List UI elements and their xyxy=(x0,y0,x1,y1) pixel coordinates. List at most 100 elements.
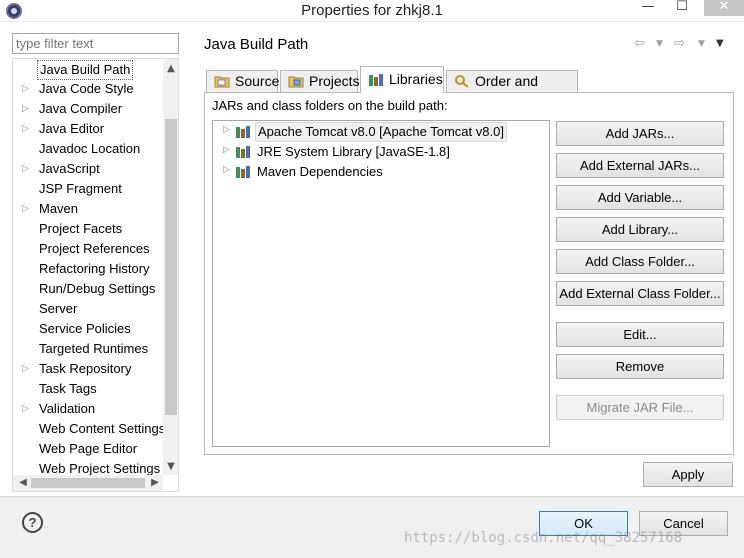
tree-item-label: Java Build Path xyxy=(37,60,134,80)
libraries-list: ▷ Apache Tomcat v8.0 [Apache Tomcat v8.0… xyxy=(212,120,550,447)
tree-item-refactoring-history[interactable]: Refactoring History xyxy=(13,259,163,279)
tree-vertical-scrollbar[interactable]: ▲ ▼ xyxy=(163,59,178,475)
tree-item-label: Web Page Editor xyxy=(39,441,138,456)
tree-item-run-debug-settings[interactable]: Run/Debug Settings xyxy=(13,279,163,299)
tree-item-web-content-settings[interactable]: Web Content Settings xyxy=(13,419,165,439)
filter-input[interactable] xyxy=(12,33,179,54)
tree-item-project-references[interactable]: Project References xyxy=(13,239,163,259)
library-item-jre-system[interactable]: ▷ JRE System Library [JavaSE-1.8] xyxy=(213,142,549,162)
scroll-thumb[interactable] xyxy=(165,119,177,415)
footer-bar xyxy=(0,497,744,558)
scroll-right-icon[interactable]: ▶ xyxy=(147,475,163,491)
tree-item-label: Server xyxy=(39,301,78,316)
tree-item-maven[interactable]: ▷ Maven xyxy=(13,199,163,219)
library-icon xyxy=(236,126,250,138)
tree-item-label: Project References xyxy=(39,241,150,256)
title-bar: Properties for zhkj8.1 — ☐ ✕ xyxy=(0,0,744,22)
scroll-left-icon[interactable]: ◀ xyxy=(15,475,31,491)
window-title: Properties for zhkj8.1 xyxy=(301,2,443,19)
add-external-jars-button[interactable]: Add External JARs... xyxy=(556,153,724,178)
page-title: Java Build Path xyxy=(204,36,309,53)
add-external-class-folder-button[interactable]: Add External Class Folder... xyxy=(556,281,724,306)
tree-item-java-code-style[interactable]: ▷ Java Code Style xyxy=(13,79,163,99)
expand-arrow-icon[interactable]: ▷ xyxy=(22,199,29,219)
back-icon[interactable]: ⇦ xyxy=(634,36,645,51)
view-menu-icon[interactable]: ▼ xyxy=(716,38,724,49)
watermark-text: https://blog.csdn.net/qq_38257168 xyxy=(404,530,683,546)
tab-libraries[interactable]: Libraries xyxy=(360,66,444,93)
maximize-button[interactable]: ☐ xyxy=(670,0,694,16)
expand-arrow-icon[interactable]: ▷ xyxy=(22,159,29,179)
apply-button[interactable]: Apply xyxy=(643,462,733,487)
tab-projects[interactable]: Projects xyxy=(280,70,360,92)
page-navigation: ⇦ ▼ ⇨ ▼ ▼ xyxy=(632,36,732,54)
tree-item-label: JavaScript xyxy=(39,161,100,176)
build-path-tabs: Source Projects Libraries Order and Expo… xyxy=(204,66,744,109)
tree-item-targeted-runtimes[interactable]: Targeted Runtimes xyxy=(13,339,163,359)
tree-item-java-editor[interactable]: ▷ Java Editor xyxy=(13,119,163,139)
remove-button[interactable]: Remove xyxy=(556,354,724,379)
expand-arrow-icon[interactable]: ▷ xyxy=(22,119,29,139)
tree-item-project-facets[interactable]: Project Facets xyxy=(13,219,163,239)
scroll-up-icon[interactable]: ▲ xyxy=(163,61,178,77)
property-tree: Java Build Path ▷ Java Code Style ▷ Java Com… xyxy=(12,58,179,492)
tree-item-label: Java Compiler xyxy=(39,101,123,116)
expand-arrow-icon[interactable]: ▷ xyxy=(22,99,29,119)
tree-item-label: Targeted Runtimes xyxy=(39,341,149,356)
tree-item-label: Project Facets xyxy=(39,221,123,236)
minimize-button[interactable]: — xyxy=(636,0,660,16)
expand-arrow-icon[interactable]: ▷ xyxy=(223,145,230,155)
expand-arrow-icon[interactable]: ▷ xyxy=(223,165,230,175)
add-jars-button[interactable]: Add JARs... xyxy=(556,121,724,146)
tree-item-label: Task Tags xyxy=(39,381,97,396)
tree-item-task-repository[interactable]: ▷ Task Repository xyxy=(13,359,163,379)
order-export-icon xyxy=(455,75,469,88)
back-menu-icon[interactable]: ▼ xyxy=(656,39,663,49)
tree-item-label: Java Code Style xyxy=(39,81,134,96)
library-icon xyxy=(236,166,250,178)
tree-item-label: Task Repository xyxy=(39,361,132,376)
expand-arrow-icon[interactable]: ▷ xyxy=(223,125,230,135)
tree-item-validation[interactable]: ▷ Validation xyxy=(13,399,163,419)
edit-button[interactable]: Edit... xyxy=(556,322,724,347)
tree-item-jsp-fragment[interactable]: JSP Fragment xyxy=(13,179,163,199)
libraries-icon xyxy=(369,74,383,86)
tree-item-javascript[interactable]: ▷ JavaScript xyxy=(13,159,163,179)
library-item-apache-tomcat[interactable]: ▷ Apache Tomcat v8.0 [Apache Tomcat v8.0… xyxy=(213,122,549,142)
tree-item-java-compiler[interactable]: ▷ Java Compiler xyxy=(13,99,163,119)
tree-item-label: Service Policies xyxy=(39,321,131,336)
tree-item-java-build-path[interactable]: Java Build Path xyxy=(13,59,163,80)
tree-item-label: JSP Fragment xyxy=(39,181,122,196)
projects-icon xyxy=(288,76,304,88)
migrate-jar-file-button[interactable]: Migrate JAR File... xyxy=(556,395,724,420)
tree-item-label: Web Content Settings xyxy=(39,421,166,436)
tree-item-label: Maven xyxy=(39,201,79,216)
tree-item-server[interactable]: Server xyxy=(13,299,163,319)
scroll-thumb-horizontal[interactable] xyxy=(31,478,145,488)
close-button[interactable]: ✕ xyxy=(704,0,744,16)
tab-source[interactable]: Source xyxy=(206,70,279,92)
forward-menu-icon[interactable]: ▼ xyxy=(698,39,705,49)
tree-item-web-page-editor[interactable]: Web Page Editor xyxy=(13,439,163,459)
tree-item-label: Javadoc Location xyxy=(39,141,141,156)
tree-item-service-policies[interactable]: Service Policies xyxy=(13,319,163,339)
expand-arrow-icon[interactable]: ▷ xyxy=(22,79,29,99)
expand-arrow-icon[interactable]: ▷ xyxy=(22,359,29,379)
tree-item-label: Refactoring History xyxy=(39,261,150,276)
add-variable-button[interactable]: Add Variable... xyxy=(556,185,724,210)
scroll-down-icon[interactable]: ▼ xyxy=(163,459,178,475)
expand-arrow-icon[interactable]: ▷ xyxy=(22,399,29,419)
tree-item-javadoc-location[interactable]: Javadoc Location xyxy=(13,139,163,159)
tree-item-task-tags[interactable]: Task Tags xyxy=(13,379,163,399)
library-item-maven-dependencies[interactable]: ▷ Maven Dependencies xyxy=(213,162,549,182)
tree-item-label: Run/Debug Settings xyxy=(39,281,156,296)
tab-order-and-export[interactable]: Order and Export xyxy=(446,70,578,109)
help-icon[interactable]: ? xyxy=(22,512,43,533)
tree-horizontal-scrollbar[interactable]: ◀ ▶ xyxy=(13,475,163,491)
tree-item-label: Validation xyxy=(39,401,96,416)
add-library-button[interactable]: Add Library... xyxy=(556,217,724,242)
forward-icon[interactable]: ⇨ xyxy=(674,36,685,51)
tree-item-label: Java Editor xyxy=(39,121,105,136)
add-class-folder-button[interactable]: Add Class Folder... xyxy=(556,249,724,274)
libraries-section-label: JARs and class folders on the build path… xyxy=(212,98,448,113)
